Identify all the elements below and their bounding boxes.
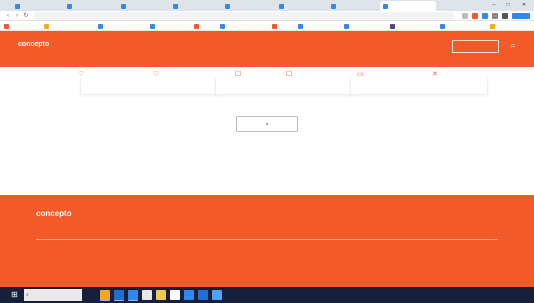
bookmark-favicon-icon [390, 23, 395, 29]
extension-icon[interactable] [492, 13, 498, 19]
bookmark-item[interactable] [44, 23, 101, 29]
bookmark-favicon-icon [220, 23, 225, 29]
bookmark-item[interactable] [150, 23, 197, 29]
back-icon[interactable]: ‹ [4, 12, 12, 20]
bookmark-item[interactable] [4, 23, 47, 29]
taskbar-app-icon[interactable] [128, 290, 138, 301]
extension-icon[interactable] [462, 13, 468, 19]
content-card[interactable] [80, 78, 218, 95]
site-logo[interactable]: concepto [18, 41, 49, 48]
windows-start-icon[interactable]: ⊞ [10, 290, 19, 299]
bookmark-item[interactable] [298, 23, 347, 29]
bookmark-favicon-icon [272, 23, 277, 29]
maximize-icon[interactable]: □ [502, 2, 514, 9]
bookmark-favicon-icon [44, 23, 49, 29]
see-more-button[interactable]: ⊕ [236, 116, 298, 132]
browser-tab-strip: – □ ✕ [0, 0, 534, 11]
site-footer: concepto [0, 195, 534, 287]
taskbar-search-input[interactable]: ⌕ [24, 289, 82, 301]
bookmark-favicon-icon [194, 23, 199, 29]
close-icon[interactable]: ✕ [518, 2, 530, 9]
extension-icon[interactable] [482, 13, 488, 19]
taskbar-app-icon[interactable] [142, 290, 152, 300]
tab-favicon-icon [383, 4, 388, 9]
browser-tab[interactable] [64, 1, 116, 11]
taskbar-app-icon[interactable] [100, 290, 110, 301]
bookmark-item[interactable] [344, 23, 393, 29]
windows-taskbar: ⊞ ⌕ [0, 287, 534, 303]
taskbar-app-icon[interactable] [184, 290, 194, 300]
browser-tab[interactable] [276, 1, 326, 11]
bookmark-item[interactable] [272, 23, 301, 29]
footer-divider [36, 239, 498, 240]
taskbar-app-icon[interactable] [114, 290, 124, 301]
tab-favicon-icon [331, 4, 336, 9]
browser-tab[interactable] [380, 1, 436, 11]
taskbar-app-icon[interactable] [198, 290, 208, 300]
browser-tab[interactable] [12, 1, 62, 11]
extension-icon[interactable] [472, 13, 478, 19]
tab-favicon-icon [121, 4, 126, 9]
tab-favicon-icon [15, 4, 20, 9]
browser-tab[interactable] [118, 1, 168, 11]
bookmark-favicon-icon [440, 23, 445, 29]
bookmark-favicon-icon [4, 23, 9, 29]
bookmark-item[interactable] [390, 23, 443, 29]
url-input[interactable] [34, 12, 454, 20]
bookmark-item[interactable] [98, 23, 153, 29]
bookmark-item[interactable] [440, 23, 493, 29]
tab-favicon-icon [67, 4, 72, 9]
taskbar-app-icon[interactable] [170, 290, 180, 300]
bookmark-item[interactable] [220, 23, 275, 29]
taskbar-app-icon[interactable] [212, 290, 222, 300]
reload-icon[interactable]: ↻ [22, 12, 30, 20]
bookmark-favicon-icon [490, 23, 495, 29]
bookmark-favicon-icon [150, 23, 155, 29]
address-bar-row: ‹ › ↻ [0, 11, 534, 21]
update-button[interactable] [512, 13, 530, 19]
content-card[interactable] [215, 78, 353, 95]
tab-favicon-icon [225, 4, 230, 9]
browser-tab[interactable] [170, 1, 220, 11]
bookmark-favicon-icon [344, 23, 349, 29]
bookmark-favicon-icon [98, 23, 103, 29]
tab-favicon-icon [279, 4, 284, 9]
tab-favicon-icon [173, 4, 178, 9]
bookmark-favicon-icon [298, 23, 303, 29]
search-icon[interactable]: ⌕ [507, 39, 519, 51]
site-header: concepto ⌕ [0, 31, 534, 67]
browser-tab[interactable] [328, 1, 378, 11]
footer-logo[interactable]: concepto [36, 209, 72, 218]
taskbar-app-icon[interactable] [156, 290, 166, 300]
bookmark-item[interactable] [194, 23, 223, 29]
content-card[interactable] [350, 78, 488, 95]
forward-icon[interactable]: › [13, 12, 21, 20]
bookmark-item[interactable] [490, 23, 534, 29]
header-action-button[interactable] [452, 40, 499, 53]
minimize-icon[interactable]: – [488, 2, 500, 9]
bookmarks-bar [0, 21, 534, 31]
profile-icon[interactable] [502, 13, 508, 19]
browser-tab[interactable] [222, 1, 274, 11]
search-icon: ⌕ [26, 292, 29, 298]
